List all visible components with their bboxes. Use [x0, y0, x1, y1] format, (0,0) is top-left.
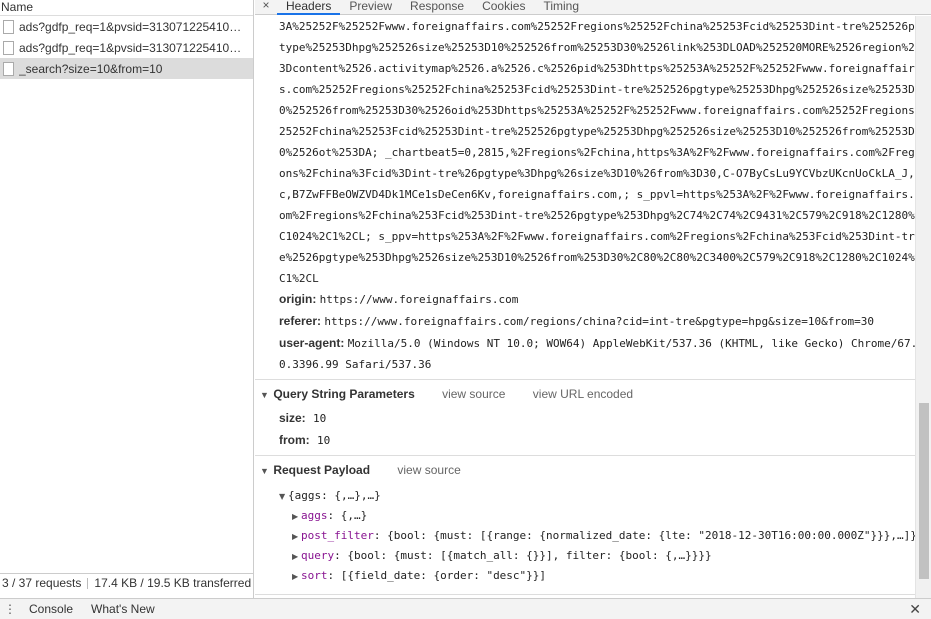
view-source-link[interactable]: view source: [442, 387, 505, 401]
header-key: user-agent:: [279, 336, 345, 350]
request-count: 3 / 37 requests: [2, 576, 82, 590]
header-row-user-agent: user-agent: Mozilla/5.0 (Windows NT 10.0…: [279, 333, 915, 354]
payload-node-sort[interactable]: ▶ sort: [{field_date: {order: "desc"}}]: [292, 566, 546, 586]
header-value: 0.3396.99 Safari/537.36: [279, 358, 432, 371]
payload-key: query: [301, 549, 335, 562]
request-name: _search?size=10&from=10: [19, 61, 163, 76]
cookie-value-line: 25252Fchina%25253Fcid%25253Dint-tre%2525…: [279, 125, 915, 138]
triangle-right-icon: ▶: [292, 552, 299, 561]
tab-timing[interactable]: Timing: [534, 0, 588, 15]
close-details-icon[interactable]: ×: [255, 0, 277, 11]
payload-root-node[interactable]: ▼ {aggs: {,…},…}: [279, 486, 381, 506]
header-key: origin:: [279, 292, 317, 306]
cookie-value-line: om%2Fregions%2Fchina%253Fcid%253Dint-tre…: [279, 209, 915, 222]
cookie-value-line: C1024%2C1%2CL; s_ppv=https%253A%2F%2Fwww…: [279, 230, 915, 243]
header-row-referer: referer: https://www.foreignaffairs.com/…: [279, 311, 874, 332]
cookie-value-line: e%2526pgtype%253Dhpg%2526size%253D10%252…: [279, 251, 915, 264]
param-value: 10: [317, 434, 331, 447]
header-row-user-agent-cont: 0.3396.99 Safari/537.36: [279, 354, 431, 375]
file-icon: [3, 61, 14, 76]
payload-value: : [{field_date: {order: "desc"}}]: [327, 569, 547, 582]
triangle-right-icon: ▶: [292, 532, 299, 541]
header-value: Mozilla/5.0 (Windows NT 10.0; WOW64) App…: [347, 337, 915, 350]
drawer-tab-whats-new[interactable]: What's New: [82, 599, 164, 619]
header-row-origin: origin: https://www.foreignaffairs.com: [279, 289, 518, 310]
cookie-value-line: C1%2CL: [279, 272, 319, 285]
payload-value: : {,…}: [327, 509, 368, 522]
transfer-size: 17.4 KB / 19.5 KB transferred: [94, 576, 252, 590]
payload-value: : {bool: {must: [{range: {normalized_dat…: [373, 529, 915, 542]
status-divider: [87, 577, 89, 589]
cookie-value-line: 3A%25252F%25252Fwww.foreignaffairs.com%2…: [279, 20, 915, 33]
section-title: Request Payload: [273, 463, 371, 477]
cookie-value-line: 0%2526ot%253DA; _chartbeat5=0,2815,%2Fre…: [279, 146, 915, 159]
request-name: ads?gdfp_req=1&pvsid=31307122541083...: [19, 19, 247, 34]
cookie-value-line: c,B7ZwFFBeOWZVD4Dk1MCe1sDeCen6Kv,foreign…: [279, 188, 915, 201]
payload-node-query[interactable]: ▶ query: {bool: {must: [{match_all: {}}],…: [292, 546, 712, 566]
network-status-bar: 3 / 37 requests 17.4 KB / 19.5 KB transf…: [0, 573, 254, 592]
payload-key: post_filter: [301, 529, 374, 542]
name-column-header[interactable]: Name: [0, 0, 253, 16]
triangle-down-icon: ▼: [260, 466, 269, 476]
triangle-right-icon: ▶: [292, 572, 299, 581]
drawer-tab-console[interactable]: Console: [20, 599, 82, 619]
scrollbar-thumb[interactable]: [919, 403, 929, 579]
payload-key: sort: [301, 569, 328, 582]
request-row[interactable]: ads?gdfp_req=1&pvsid=31307122541083...: [0, 37, 253, 58]
triangle-down-icon: ▼: [260, 390, 269, 400]
tab-cookies[interactable]: Cookies: [473, 0, 534, 15]
cookie-value-line: 0%252526from%25253D30%2526oid%253Dhttps%…: [279, 104, 915, 117]
request-row-selected[interactable]: _search?size=10&from=10: [0, 58, 253, 79]
tab-headers[interactable]: Headers: [277, 0, 341, 15]
triangle-down-icon: ▼: [279, 492, 286, 501]
cookie-value-line: 3Dcontent%2526.activitymap%2526.a%2526.c…: [279, 62, 915, 75]
header-value: https://www.foreignaffairs.com/regions/c…: [324, 315, 875, 328]
section-title: Query String Parameters: [273, 387, 415, 401]
file-icon: [3, 19, 14, 34]
view-url-encoded-link[interactable]: view URL encoded: [533, 387, 633, 401]
payload-node-aggs[interactable]: ▶ aggs: {,…}: [292, 506, 367, 526]
header-value: https://www.foreignaffairs.com: [319, 293, 519, 306]
drawer-menu-icon[interactable]: ⋮: [0, 603, 20, 615]
drawer-tabbar: ⋮ Console What's New ✕: [0, 598, 931, 619]
request-details-panel: × Headers Preview Response Cookies Timin…: [255, 0, 931, 598]
request-name: ads?gdfp_req=1&pvsid=31307122541083...: [19, 40, 247, 55]
details-scrollbar[interactable]: [915, 16, 931, 598]
tab-preview[interactable]: Preview: [340, 0, 401, 15]
param-key: from:: [279, 433, 310, 447]
close-drawer-icon[interactable]: ✕: [909, 601, 921, 617]
triangle-right-icon: ▶: [292, 512, 299, 521]
file-icon: [3, 40, 14, 55]
request-row[interactable]: ads?gdfp_req=1&pvsid=31307122541083...: [0, 16, 253, 37]
payload-root-summary: {aggs: {,…},…}: [288, 489, 381, 502]
query-string-section: ▼ Query String Parameters view source vi…: [255, 379, 915, 455]
param-key: size:: [279, 411, 306, 425]
request-payload-section-header[interactable]: ▼ Request Payload view source: [260, 460, 461, 480]
payload-value: : {bool: {must: [{match_all: {}}], filte…: [334, 549, 712, 562]
request-payload-section: ▼ Request Payload view source ▼ {aggs: {,…: [255, 455, 915, 595]
param-value: 10: [313, 412, 327, 425]
tab-response[interactable]: Response: [401, 0, 473, 15]
cookie-value-line: type%25253Dhpg%252526size%25253D10%25252…: [279, 41, 915, 54]
view-source-link[interactable]: view source: [397, 463, 460, 477]
query-param-row: size: 10: [279, 408, 326, 429]
payload-key: aggs: [301, 509, 328, 522]
header-key: referer:: [279, 314, 322, 328]
request-list-panel: Name ads?gdfp_req=1&pvsid=31307122541083…: [0, 0, 254, 598]
cookie-value-line: ons%2Fchina%3Fcid%3Dint-tre%26pgtype%3Dh…: [279, 167, 915, 180]
query-string-section-header[interactable]: ▼ Query String Parameters view source vi…: [260, 384, 633, 404]
query-param-row: from: 10: [279, 430, 330, 451]
headers-content: 3A%25252F%25252Fwww.foreignaffairs.com%2…: [255, 16, 915, 598]
details-tabbar: × Headers Preview Response Cookies Timin…: [255, 0, 931, 15]
cookie-value-line: s.com%25252Fregions%25252Fchina%25253Fci…: [279, 83, 915, 96]
payload-node-post-filter[interactable]: ▶ post_filter: {bool: {must: [{range: {no…: [292, 526, 915, 546]
